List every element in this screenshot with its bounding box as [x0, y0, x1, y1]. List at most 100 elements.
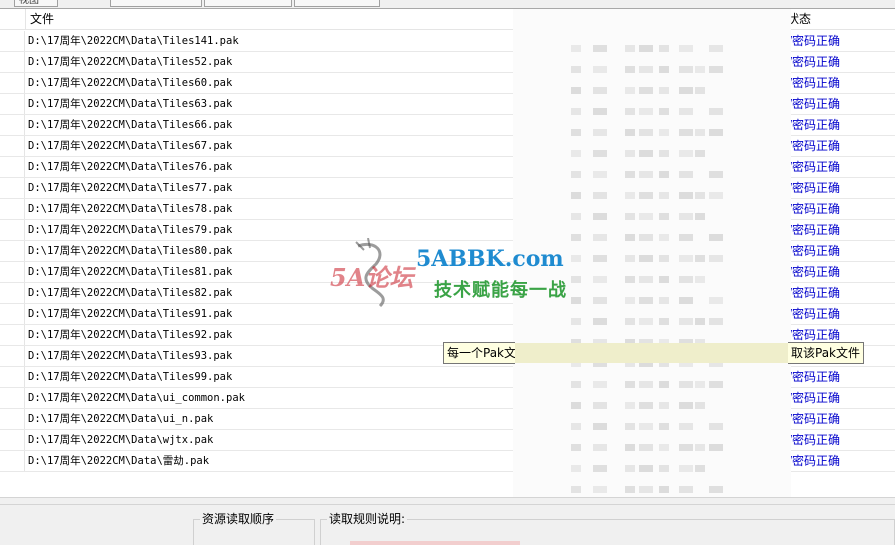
pixelated-block — [593, 465, 607, 472]
pixelated-block — [639, 66, 653, 73]
row-checkbox-cell[interactable] — [0, 136, 25, 156]
row-checkbox-cell[interactable] — [0, 367, 25, 387]
pixelated-block — [593, 108, 607, 115]
pixelated-block — [625, 444, 635, 451]
pixelated-block — [659, 45, 669, 52]
pixelated-block — [571, 297, 581, 304]
tab-3[interactable] — [204, 0, 292, 7]
row-checkbox-cell[interactable] — [0, 199, 25, 219]
pixelated-block — [659, 129, 669, 136]
row-checkbox-cell[interactable] — [0, 31, 25, 51]
row-checkbox-cell[interactable] — [0, 73, 25, 93]
pixelated-block — [679, 318, 693, 325]
pixelated-block — [593, 297, 607, 304]
pixelated-block — [571, 87, 581, 94]
pixelated-block — [571, 45, 581, 52]
pixelated-block — [659, 171, 669, 178]
row-checkbox-cell[interactable] — [0, 241, 25, 261]
row-checkbox-cell[interactable] — [0, 325, 25, 345]
pixelated-block — [679, 297, 693, 304]
file-path: D:\17周年\2022CM\Data\Tiles60.pak — [28, 77, 233, 89]
pixelated-block — [679, 423, 693, 430]
tab-4[interactable] — [294, 0, 380, 7]
pixelated-block — [659, 87, 669, 94]
file-path: D:\17周年\2022CM\Data\Tiles99.pak — [28, 371, 233, 383]
column-header-status[interactable]: 状态 — [778, 9, 895, 30]
pixelated-block — [571, 150, 581, 157]
file-path: D:\17周年\2022CM\Data\ui_n.pak — [28, 413, 214, 425]
pixelated-block — [593, 150, 607, 157]
pixelated-block — [639, 276, 653, 283]
row-checkbox-cell[interactable] — [0, 262, 25, 282]
pixelated-block — [679, 129, 693, 136]
pixelated-block — [659, 66, 669, 73]
pixelated-block — [571, 318, 581, 325]
clipped-red-text — [350, 541, 520, 545]
row-checkbox-cell[interactable] — [0, 52, 25, 72]
tooltip-left: 每一个Pak文 — [443, 342, 516, 364]
pixelated-block — [679, 87, 693, 94]
file-path: D:\17周年\2022CM\Data\Tiles81.pak — [28, 266, 233, 278]
row-checkbox-cell[interactable] — [0, 409, 25, 429]
pixelated-block — [695, 129, 705, 136]
pixelated-block — [593, 486, 607, 493]
pixelated-block — [695, 465, 705, 472]
tooltip-right: 取该Pak文件 — [788, 342, 864, 364]
pixelated-block — [625, 45, 635, 52]
file-list-view[interactable]: 文件 状态 D:\17周年\2022CM\Data\Tiles141.pak/密… — [0, 8, 895, 504]
bottom-panel: 资源读取顺序 读取规则说明: — [0, 504, 895, 545]
pixelated-block — [571, 276, 581, 283]
row-checkbox-cell[interactable] — [0, 178, 25, 198]
column-header-file[interactable]: 文件 — [25, 9, 513, 30]
pixelated-block — [639, 150, 653, 157]
row-checkbox-cell[interactable] — [0, 430, 25, 450]
tab-2[interactable] — [110, 0, 202, 7]
pixelated-block — [679, 45, 693, 52]
resource-order-title: 资源读取顺序 — [200, 512, 277, 526]
row-checkbox-cell[interactable] — [0, 346, 25, 366]
row-checkbox-cell[interactable] — [0, 283, 25, 303]
pixelated-block — [679, 108, 693, 115]
pixelated-block — [659, 108, 669, 115]
pixelated-block — [625, 381, 635, 388]
pixelated-block — [625, 66, 635, 73]
pixelated-block — [625, 129, 635, 136]
pixelated-block — [709, 318, 723, 325]
pixelated-block — [639, 402, 653, 409]
pixelated-block — [659, 318, 669, 325]
pixelated-block — [625, 465, 635, 472]
password-status: /密码正确 — [788, 370, 841, 384]
pixelated-block — [679, 192, 693, 199]
pixelated-block — [571, 213, 581, 220]
row-checkbox-cell[interactable] — [0, 94, 25, 114]
file-path: D:\17周年\2022CM\Data\Tiles76.pak — [28, 161, 233, 173]
tab-label: 视图 — [19, 0, 39, 6]
pixelated-block — [639, 318, 653, 325]
pixelated-block — [659, 486, 669, 493]
row-checkbox-cell[interactable] — [0, 451, 25, 471]
pixelated-block — [571, 129, 581, 136]
pixelated-block — [709, 66, 723, 73]
pixelated-block — [571, 66, 581, 73]
row-checkbox-cell[interactable] — [0, 304, 25, 324]
row-checkbox-cell[interactable] — [0, 388, 25, 408]
pixelated-block — [639, 423, 653, 430]
pixelated-block — [625, 486, 635, 493]
resource-order-group: 资源读取顺序 — [193, 512, 315, 545]
row-checkbox-cell[interactable] — [0, 115, 25, 135]
pixelated-block — [695, 150, 705, 157]
row-checkbox-cell[interactable] — [0, 157, 25, 177]
horizontal-scrollbar[interactable] — [0, 497, 895, 504]
password-status: /密码正确 — [788, 55, 841, 69]
password-status: /密码正确 — [788, 139, 841, 153]
password-status: /密码正确 — [788, 223, 841, 237]
column-header-checkbox[interactable] — [0, 9, 25, 30]
pixelated-block — [593, 276, 607, 283]
row-checkbox-cell[interactable] — [0, 220, 25, 240]
pixelated-block — [639, 444, 653, 451]
pixelated-block — [639, 45, 653, 52]
pixelated-block — [695, 192, 705, 199]
tab-view[interactable]: 视图 — [14, 0, 58, 7]
pixelated-block — [695, 402, 705, 409]
pixelated-block — [593, 66, 607, 73]
